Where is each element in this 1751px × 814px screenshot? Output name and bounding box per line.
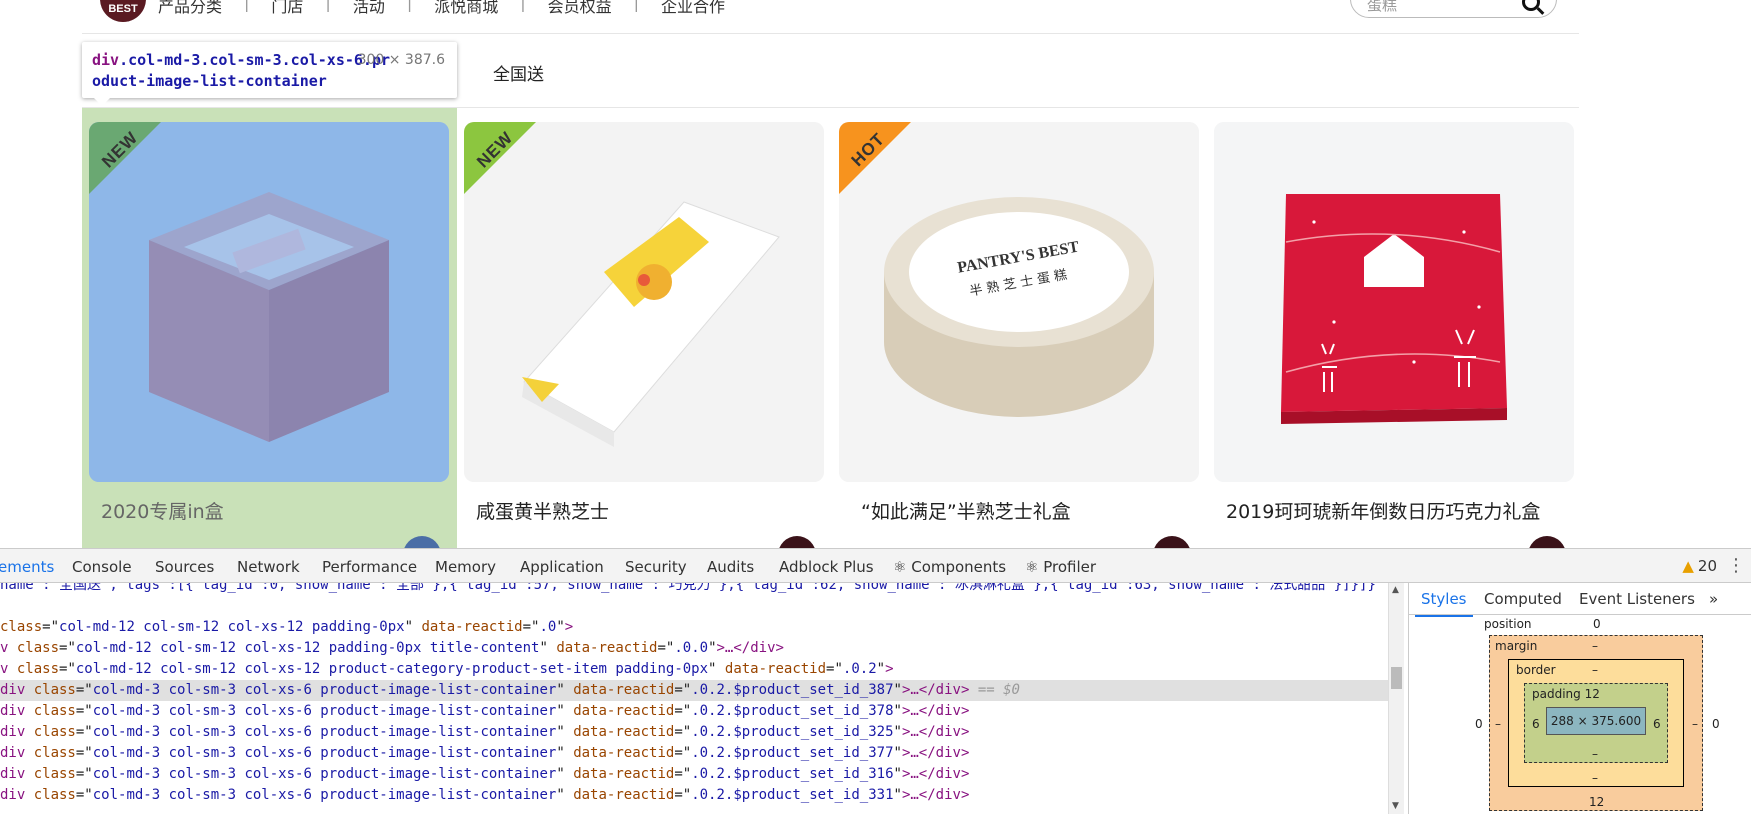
position-label: position — [1484, 617, 1532, 631]
scroll-down-icon[interactable]: ▼ — [1392, 801, 1399, 811]
tab-console[interactable]: Console — [72, 558, 132, 576]
devtools-tabbar: ements Console Sources Network Performan… — [0, 549, 1751, 583]
search-icon[interactable] — [1522, 0, 1540, 11]
more-tabs-icon[interactable]: » — [1709, 590, 1718, 608]
product-name[interactable]: 2020专属in盒 — [101, 497, 224, 524]
product-name[interactable]: 2019珂珂琥新年倒数日历巧克力礼盒 — [1226, 497, 1540, 524]
margin-right-value[interactable]: 0 — [1712, 717, 1720, 731]
badge-hot: HOT — [839, 122, 911, 194]
badge-new: NEW — [89, 122, 161, 194]
styles-sidebar: Styles Computed Event Listeners » positi… — [1408, 583, 1751, 814]
tooltip-size: 300 × 387.6 — [357, 52, 445, 68]
margin-left-value[interactable]: 0 — [1475, 717, 1483, 731]
main-nav: 产品分类 | 门店 | 活动 | 派悦商城 | 会员权益 | 企业合作 — [158, 0, 725, 17]
tooltip-classes: .col-md-3.col-sm-3.col-xs-6.pr — [119, 51, 391, 69]
tooltip-classes-cont: oduct-image-list-container — [92, 72, 327, 90]
tab-components[interactable]: ⚛ Components — [893, 558, 1006, 576]
dom-line-selected[interactable]: div class="col-md-3 col-sm-3 col-xs-6 pr… — [0, 680, 1388, 701]
tab-performance[interactable]: Performance — [322, 558, 417, 576]
margin-label: margin — [1495, 639, 1538, 653]
nav-item-stores[interactable]: 门店 — [271, 0, 303, 17]
devtools-panel: ements Console Sources Network Performan… — [0, 548, 1751, 814]
tab-network[interactable]: Network — [237, 558, 300, 576]
dom-tree: name":"全国送","tags":[{"tag_id":0,"show_na… — [0, 583, 1388, 814]
padding-bottom-value[interactable]: – — [1592, 747, 1598, 761]
nav-separator: | — [325, 0, 331, 12]
border-left-value[interactable]: – — [1495, 717, 1501, 731]
dom-scrollbar[interactable]: ▲ ▼ — [1388, 583, 1404, 814]
border-top-value[interactable]: – — [1592, 663, 1598, 677]
product-card[interactable]: NEW — [464, 122, 824, 482]
dom-line[interactable]: div class="col-md-3 col-sm-3 col-xs-6 pr… — [0, 764, 1388, 785]
nav-separator: | — [406, 0, 413, 12]
dom-line[interactable]: div class="col-md-3 col-sm-3 col-xs-6 pr… — [0, 722, 1388, 743]
tooltip-tag: div — [92, 51, 120, 69]
dom-line[interactable]: v class="col-md-12 col-sm-12 col-xs-12 p… — [0, 638, 1388, 659]
badge-new: NEW — [464, 122, 536, 194]
header-divider — [82, 33, 1579, 34]
tab-memory[interactable]: Memory — [435, 558, 496, 576]
tooltip-arrow — [94, 98, 110, 106]
margin-top-value[interactable]: – — [1592, 639, 1598, 653]
tab-event-listeners[interactable]: Event Listeners — [1579, 590, 1695, 608]
nav-separator: | — [520, 0, 526, 12]
brand-logo[interactable]: BEST — [100, 0, 146, 22]
tab-adblock-plus[interactable]: Adblock Plus — [779, 558, 874, 576]
content-size: 288 × 375.600 — [1550, 714, 1642, 728]
dom-line[interactable]: div class="col-md-3 col-sm-3 col-xs-6 pr… — [0, 785, 1388, 806]
padding-label: padding 12 — [1532, 687, 1600, 701]
dom-line[interactable]: div class="col-md-3 col-sm-3 col-xs-6 pr… — [0, 701, 1388, 722]
product-image — [1214, 122, 1574, 482]
tab-sources[interactable]: Sources — [155, 558, 214, 576]
search-input[interactable]: 蛋糕 — [1350, 0, 1557, 18]
border-label: border — [1516, 663, 1556, 677]
padding-right-value[interactable]: 6 — [1653, 717, 1661, 731]
logo-text: BEST — [108, 3, 138, 15]
nav-separator: | — [633, 0, 640, 12]
product-card[interactable] — [1214, 122, 1574, 482]
dom-line[interactable]: div class="col-md-3 col-sm-3 col-xs-6 pr… — [0, 743, 1388, 764]
padding-left-value[interactable]: 6 — [1532, 717, 1540, 731]
tab-audits[interactable]: Audits — [707, 558, 754, 576]
scroll-thumb[interactable] — [1391, 667, 1402, 689]
border-bottom-value[interactable]: – — [1592, 771, 1598, 785]
sidebar-tabbar: Styles Computed Event Listeners » — [1409, 583, 1751, 617]
nav-item-products[interactable]: 产品分类 — [158, 0, 222, 17]
nav-item-enterprise[interactable]: 企业合作 — [661, 0, 725, 17]
dom-line[interactable]: v class="col-md-12 col-sm-12 col-xs-12 p… — [0, 659, 1388, 680]
search-placeholder: 蛋糕 — [1367, 0, 1398, 14]
site-header: BEST 产品分类 | 门店 | 活动 | 派悦商城 | 会员权益 | 企业合作 蛋糕 — [0, 0, 1751, 22]
dom-line[interactable]: name":"全国送","tags":[{"tag_id":0,"show_na… — [0, 583, 1388, 596]
nav-item-events[interactable]: 活动 — [353, 0, 385, 17]
tab-security[interactable]: Security — [625, 558, 687, 576]
category-tab-nationwide[interactable]: 全国送 — [493, 60, 544, 85]
product-name[interactable]: 咸蛋黄半熟芝士 — [476, 497, 609, 524]
product-name[interactable]: “如此满足”半熟芝士礼盒 — [861, 497, 1071, 524]
nav-item-membership[interactable]: 会员权益 — [548, 0, 612, 17]
tab-profiler[interactable]: ⚛ Profiler — [1025, 558, 1096, 576]
more-options-icon[interactable]: ⋮ — [1727, 555, 1745, 576]
nav-item-mall[interactable]: 派悦商城 — [434, 0, 498, 17]
tab-styles[interactable]: Styles — [1415, 590, 1472, 617]
tab-application[interactable]: Application — [520, 558, 604, 576]
inspector-tooltip: div.col-md-3.col-sm-3.col-xs-6.pr oduct-… — [82, 42, 457, 106]
warning-icon: ▲ — [1682, 557, 1694, 575]
box-model: position 0 margin – 0 0 12 border – – – … — [1409, 615, 1751, 814]
product-card[interactable]: PANTRY'S BEST 半 熟 芝 士 蛋 糕 HOT — [839, 122, 1199, 482]
nav-separator: | — [244, 0, 250, 12]
tab-elements[interactable]: ements — [0, 558, 54, 576]
warning-count: 20 — [1697, 557, 1717, 575]
position-value: 0 — [1593, 617, 1601, 631]
border-right-value[interactable]: – — [1692, 717, 1698, 731]
dom-line[interactable]: class="col-md-12 col-sm-12 col-xs-12 pad… — [0, 617, 1388, 638]
tab-computed[interactable]: Computed — [1484, 590, 1562, 608]
content-box[interactable]: 288 × 375.600 — [1546, 707, 1646, 735]
scroll-up-icon[interactable]: ▲ — [1392, 585, 1399, 595]
warning-counter[interactable]: ▲ 20 — [1682, 557, 1717, 575]
margin-bottom-value[interactable]: 12 — [1589, 795, 1604, 809]
product-card[interactable]: NEW — [89, 122, 449, 482]
